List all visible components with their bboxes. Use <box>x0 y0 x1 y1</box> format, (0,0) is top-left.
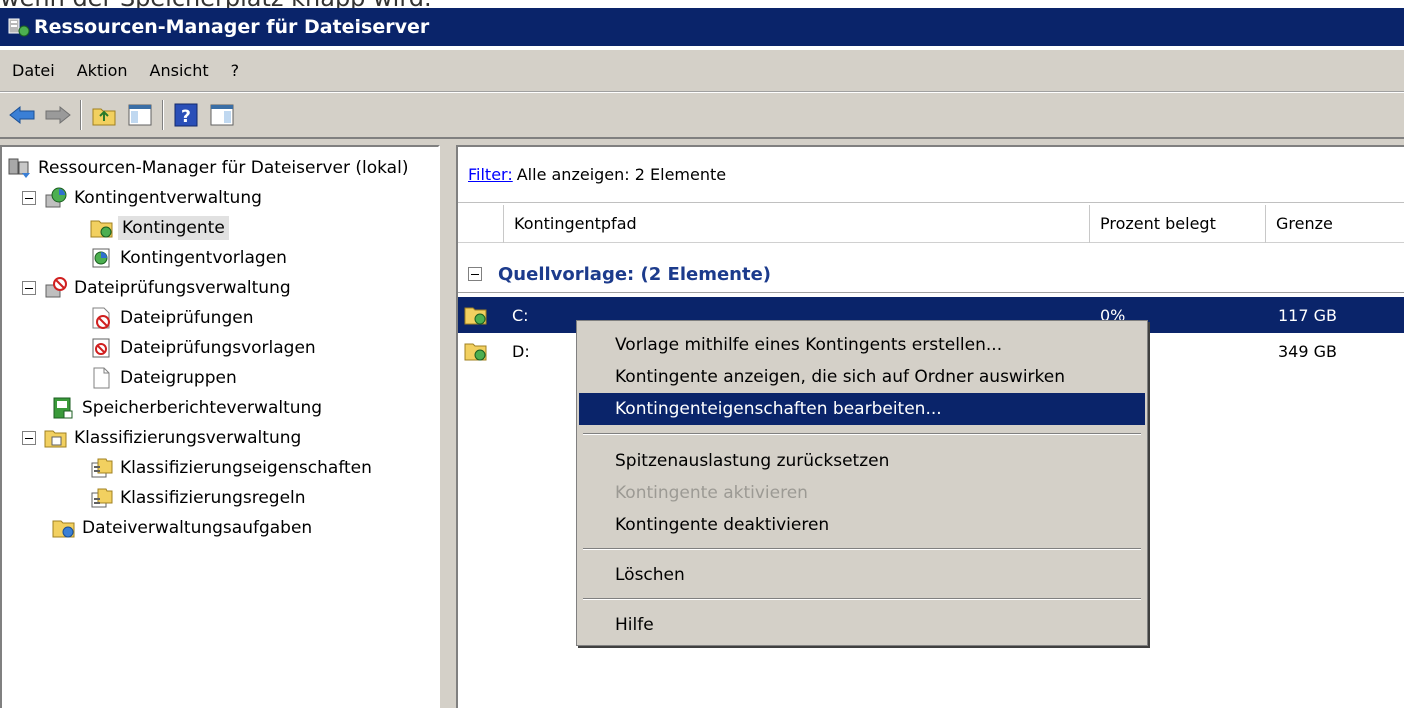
app-icon <box>8 17 30 37</box>
server-icon <box>8 157 32 179</box>
tree-label: Kontingente <box>118 216 229 240</box>
column-header-prozent-belegt[interactable]: Prozent belegt <box>1090 204 1266 243</box>
tree-item-kontingentverwaltung[interactable]: Kontingentverwaltung <box>22 183 262 213</box>
tree-item-dateigruppen[interactable]: Dateigruppen <box>90 363 237 393</box>
menu-datei[interactable]: Datei <box>12 61 55 80</box>
tree-item-dateipruefungen[interactable]: Dateiprüfungen <box>90 303 253 333</box>
menu-item-kontingente-anzeigen[interactable]: Kontingente anzeigen, die sich auf Ordne… <box>579 361 1145 393</box>
group-label: Quellvorlage: (2 Elemente) <box>498 263 772 285</box>
classification-icon <box>44 427 68 449</box>
cell-limit: 117 GB <box>1278 305 1337 325</box>
tree-item-dateipruefungsvorlagen[interactable]: Dateiprüfungsvorlagen <box>90 333 316 363</box>
column-header-grenze[interactable]: Grenze <box>1266 205 1402 243</box>
tree-label: Klassifizierungseigenschaften <box>120 458 372 478</box>
tree-item-speicherberichteverwaltung[interactable]: Speicherberichteverwaltung <box>52 393 322 423</box>
toolbar: ? <box>0 93 1404 139</box>
filter-bar: Filter: Alle anzeigen: 2 Elemente <box>458 147 1404 203</box>
filter-text: Alle anzeigen: 2 Elemente <box>516 165 727 184</box>
quota-management-icon <box>44 187 68 209</box>
menu-item-spitzenauslastung-zuruecksetzen[interactable]: Spitzenauslastung zurücksetzen <box>579 445 1145 477</box>
toolbar-separator <box>162 100 164 130</box>
tree-item-klassifizierungsregeln[interactable]: Klassifizierungsregeln <box>90 483 306 513</box>
tree-label: Dateigruppen <box>120 368 237 388</box>
file-screen-template-icon <box>90 337 114 359</box>
tree-item-root[interactable]: Ressourcen-Manager für Dateiserver (loka… <box>8 153 408 183</box>
help-icon[interactable]: ? <box>170 99 202 131</box>
tree-label: Kontingentvorlagen <box>120 248 287 268</box>
menu-separator <box>583 433 1141 435</box>
group-divider <box>458 292 1404 293</box>
menu-separator <box>583 548 1141 550</box>
tree-item-klassifizierungsverwaltung[interactable]: Klassifizierungsverwaltung <box>22 423 301 453</box>
tree-item-dateipruefungsverwaltung[interactable]: Dateiprüfungsverwaltung <box>22 273 291 303</box>
tree-label: Klassifizierungsregeln <box>120 488 306 508</box>
group-header[interactable]: Quellvorlage: (2 Elemente) <box>468 259 771 289</box>
forward-arrow-icon[interactable] <box>42 99 74 131</box>
classification-rule-icon <box>90 487 114 509</box>
menu-item-hilfe[interactable]: Hilfe <box>579 609 1145 641</box>
console-tree[interactable]: Ressourcen-Manager für Dateiserver (loka… <box>0 145 440 708</box>
tree-item-kontingentvorlagen[interactable]: Kontingentvorlagen <box>90 243 287 273</box>
collapse-toggle[interactable] <box>22 191 36 205</box>
back-arrow-icon[interactable] <box>6 99 38 131</box>
context-menu: Vorlage mithilfe eines Kontingents erste… <box>576 320 1148 646</box>
column-header-icon[interactable] <box>458 204 504 243</box>
column-header: Kontingentpfad Prozent belegt Grenze <box>458 204 1404 243</box>
file-screen-management-icon <box>44 277 68 299</box>
storage-report-icon <box>52 397 76 419</box>
show-hide-tree-icon[interactable] <box>124 99 156 131</box>
collapse-toggle[interactable] <box>22 431 36 445</box>
menu-item-loeschen[interactable]: Löschen <box>579 559 1145 591</box>
tree-label: Dateiprüfungsvorlagen <box>120 338 316 358</box>
cell-limit: 349 GB <box>1278 341 1337 361</box>
menu-bar: Datei Aktion Ansicht ? <box>0 50 1404 92</box>
quota-template-icon <box>90 247 114 269</box>
tree-label: Ressourcen-Manager für Dateiserver (loka… <box>38 158 409 178</box>
tree-label: Dateiprüfungsverwaltung <box>74 278 291 298</box>
file-screen-icon <box>90 307 114 329</box>
tree-item-klassifizierungseigenschaften[interactable]: Klassifizierungseigenschaften <box>90 453 372 483</box>
svg-text:?: ? <box>181 107 191 127</box>
file-group-icon <box>90 367 114 389</box>
menu-ansicht[interactable]: Ansicht <box>150 61 209 80</box>
menu-item-kontingente-aktivieren[interactable]: Kontingente aktivieren <box>579 477 1145 509</box>
tree-label: Klassifizierungsverwaltung <box>74 428 302 448</box>
cell-path: D: <box>512 341 530 361</box>
toolbar-separator <box>80 100 82 130</box>
tree-label: Dateiverwaltungsaufgaben <box>82 518 313 538</box>
menu-help[interactable]: ? <box>231 61 240 80</box>
menu-aktion[interactable]: Aktion <box>77 61 128 80</box>
column-header-kontingentpfad[interactable]: Kontingentpfad <box>504 204 1090 243</box>
classification-property-icon <box>90 457 114 479</box>
collapse-toggle[interactable] <box>468 267 482 281</box>
tree-label: Speicherberichteverwaltung <box>82 398 323 418</box>
filter-link[interactable]: Filter: <box>468 165 513 184</box>
quota-folder-icon <box>464 333 488 369</box>
quota-folder-icon <box>90 217 114 239</box>
window-title: Ressourcen-Manager für Dateiserver <box>34 16 430 38</box>
cell-path: C: <box>512 305 529 325</box>
menu-separator <box>583 598 1141 600</box>
menu-item-kontingenteigenschaften-bearbeiten[interactable]: Kontingenteigenschaften bearbeiten... <box>579 393 1145 425</box>
menu-item-vorlage-erstellen[interactable]: Vorlage mithilfe eines Kontingents erste… <box>579 329 1145 361</box>
tree-label: Kontingentverwaltung <box>74 188 262 208</box>
window-titlebar[interactable]: Ressourcen-Manager für Dateiserver <box>0 8 1404 46</box>
tree-label: Dateiprüfungen <box>120 308 254 328</box>
menu-item-kontingente-deaktivieren[interactable]: Kontingente deaktivieren <box>579 509 1145 541</box>
show-action-pane-icon[interactable] <box>206 99 238 131</box>
up-folder-icon[interactable] <box>88 99 120 131</box>
file-management-task-icon <box>52 517 76 539</box>
tree-item-kontingente[interactable]: Kontingente <box>90 213 229 243</box>
collapse-toggle[interactable] <box>22 281 36 295</box>
tree-item-dateiverwaltungsaufgaben[interactable]: Dateiverwaltungsaufgaben <box>52 513 312 543</box>
quota-folder-icon <box>464 297 488 333</box>
